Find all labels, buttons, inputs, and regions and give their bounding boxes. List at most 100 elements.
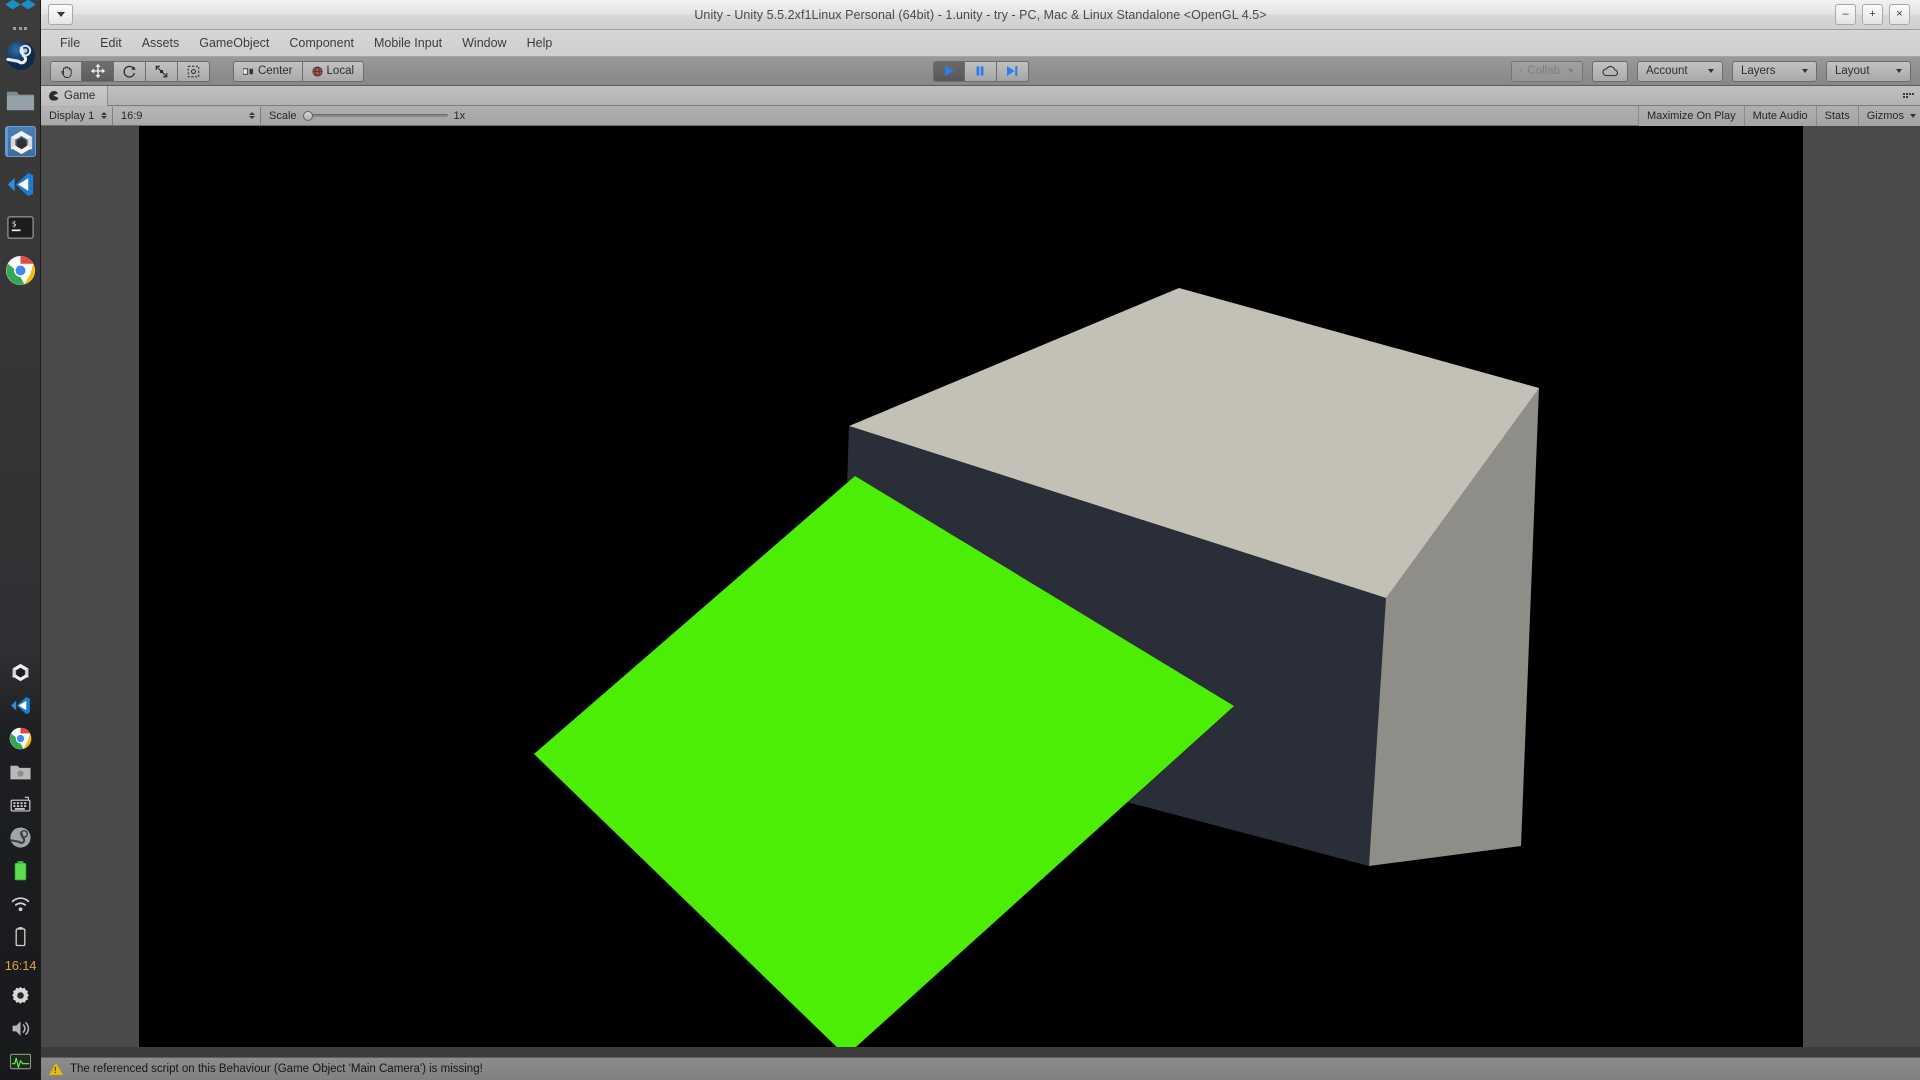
display-dropdown-label: Display 1 — [49, 110, 94, 122]
scale-value: 1x — [454, 110, 466, 122]
vscode-icon[interactable] — [5, 169, 36, 200]
stats-toggle[interactable]: Stats — [1816, 106, 1858, 126]
status-message: The referenced script on this Behaviour … — [70, 1063, 483, 1075]
chrome-tray-icon[interactable] — [9, 727, 32, 750]
files-icon[interactable] — [5, 83, 36, 114]
pivot-mode-button[interactable]: Center — [233, 61, 303, 82]
dock-top-group: $ — [5, 0, 36, 292]
chevron-down-icon — [57, 12, 65, 17]
battery-icon[interactable] — [9, 925, 32, 948]
close-button[interactable]: × — [1889, 4, 1910, 25]
display-dropdown[interactable]: Display 1 — [41, 107, 113, 125]
maximize-button[interactable]: + — [1862, 4, 1883, 25]
scale-label: Scale — [269, 110, 297, 122]
terminal-icon[interactable]: $ — [5, 212, 36, 243]
dock-separator — [13, 27, 27, 30]
unity-icon[interactable] — [5, 126, 36, 157]
warning-icon — [49, 1063, 63, 1075]
rendered-scene — [139, 126, 1803, 1047]
panel-options-button[interactable] — [1903, 91, 1914, 100]
chevron-down-icon — [1896, 69, 1902, 73]
system-monitor-icon[interactable] — [9, 1050, 32, 1073]
minimize-button[interactable]: – — [1835, 4, 1856, 25]
menu-window[interactable]: Window — [452, 30, 516, 57]
window-title: Unity - Unity 5.5.2xf1Linux Personal (64… — [41, 0, 1920, 30]
status-bar[interactable]: The referenced script on this Behaviour … — [41, 1057, 1920, 1080]
layout-label: Layout — [1835, 65, 1870, 77]
game-viewport[interactable] — [139, 126, 1803, 1047]
account-button[interactable]: Account — [1637, 61, 1723, 82]
tab-game-label: Game — [64, 90, 95, 102]
chevron-down-icon — [1708, 69, 1714, 73]
settings-icon[interactable] — [9, 984, 32, 1007]
pivot-mode-label: Center — [258, 65, 293, 77]
menubar: File Edit Assets GameObject Component Mo… — [41, 30, 1920, 57]
aspect-dropdown-label: 16:9 — [121, 110, 142, 122]
rect-transform-tool-button[interactable] — [178, 61, 210, 82]
space-mode-button[interactable]: Local — [303, 61, 365, 82]
dropbox-icon[interactable] — [5, 0, 36, 19]
toolbar-right-group: Collab Account Layers Layout — [1511, 61, 1911, 82]
tab-game[interactable]: Game — [41, 86, 108, 106]
wifi-icon[interactable] — [9, 892, 32, 915]
menu-mobile-input[interactable]: Mobile Input — [364, 30, 452, 57]
menu-edit[interactable]: Edit — [90, 30, 132, 57]
window-titlebar: Unity - Unity 5.5.2xf1Linux Personal (64… — [41, 0, 1920, 30]
game-view-toggles: Maximize On Play Mute Audio Stats Gizmos — [1638, 106, 1920, 126]
volume-icon[interactable] — [9, 1017, 32, 1040]
step-button[interactable] — [997, 61, 1029, 82]
steam-tray-icon[interactable] — [9, 826, 32, 849]
menu-component[interactable]: Component — [279, 30, 364, 57]
vscode-tray-icon[interactable] — [9, 694, 32, 717]
keyboard-icon[interactable] — [9, 793, 32, 816]
account-label: Account — [1646, 65, 1688, 77]
window-menu-button[interactable] — [48, 4, 73, 25]
playback-controls — [933, 61, 1029, 82]
menu-file[interactable]: File — [50, 30, 90, 57]
pause-button[interactable] — [965, 61, 997, 82]
game-view-icon — [49, 91, 59, 101]
move-tool-button[interactable] — [82, 61, 114, 82]
home-folder-icon[interactable] — [9, 760, 32, 783]
rotate-tool-button[interactable] — [114, 61, 146, 82]
unity-window: Unity - Unity 5.5.2xf1Linux Personal (64… — [41, 0, 1920, 1080]
scale-slider[interactable] — [303, 114, 448, 117]
updown-icon — [101, 112, 107, 119]
mute-audio-toggle[interactable]: Mute Audio — [1744, 106, 1816, 126]
aspect-dropdown[interactable]: 16:9 — [113, 107, 261, 125]
svg-text:$: $ — [11, 220, 16, 229]
updown-icon — [249, 112, 255, 119]
pivot-space-group: Center Local — [233, 61, 364, 82]
battery-level-icon[interactable] — [9, 859, 32, 882]
chevron-down-icon — [1568, 69, 1574, 73]
scale-slider-handle[interactable] — [303, 111, 313, 121]
gizmos-label: Gizmos — [1867, 110, 1904, 122]
play-button[interactable] — [933, 61, 965, 82]
collab-button[interactable]: Collab — [1511, 61, 1583, 82]
window-controls: – + × — [1835, 4, 1910, 25]
hand-tool-button[interactable] — [50, 61, 82, 82]
chevron-down-icon — [1802, 69, 1808, 73]
layers-button[interactable]: Layers — [1732, 61, 1817, 82]
menu-assets[interactable]: Assets — [132, 30, 190, 57]
menu-gameobject[interactable]: GameObject — [189, 30, 279, 57]
collab-label: Collab — [1527, 65, 1560, 77]
unity-tray-icon[interactable] — [9, 661, 32, 684]
menu-help[interactable]: Help — [517, 30, 563, 57]
chrome-icon[interactable] — [5, 255, 36, 286]
game-view-tabstrip: Game — [41, 86, 1920, 106]
scale-tool-button[interactable] — [146, 61, 178, 82]
gizmos-dropdown[interactable]: Gizmos — [1858, 106, 1920, 126]
game-view-toolbar: Display 1 16:9 Scale 1x Maximize On Play… — [41, 106, 1920, 126]
chevron-down-icon — [1910, 114, 1916, 118]
transform-tool-group — [50, 61, 210, 82]
dock-tray-group: 16:14 — [0, 656, 41, 1080]
scale-slider-group: Scale 1x — [261, 110, 473, 122]
dock-active-indicator — [6, 127, 8, 156]
layout-button[interactable]: Layout — [1826, 61, 1911, 82]
screen: $ — [0, 0, 1920, 1080]
layers-label: Layers — [1741, 65, 1776, 77]
maximize-on-play-toggle[interactable]: Maximize On Play — [1638, 106, 1744, 126]
cloud-button[interactable] — [1592, 61, 1628, 82]
steam-icon[interactable] — [5, 40, 36, 71]
